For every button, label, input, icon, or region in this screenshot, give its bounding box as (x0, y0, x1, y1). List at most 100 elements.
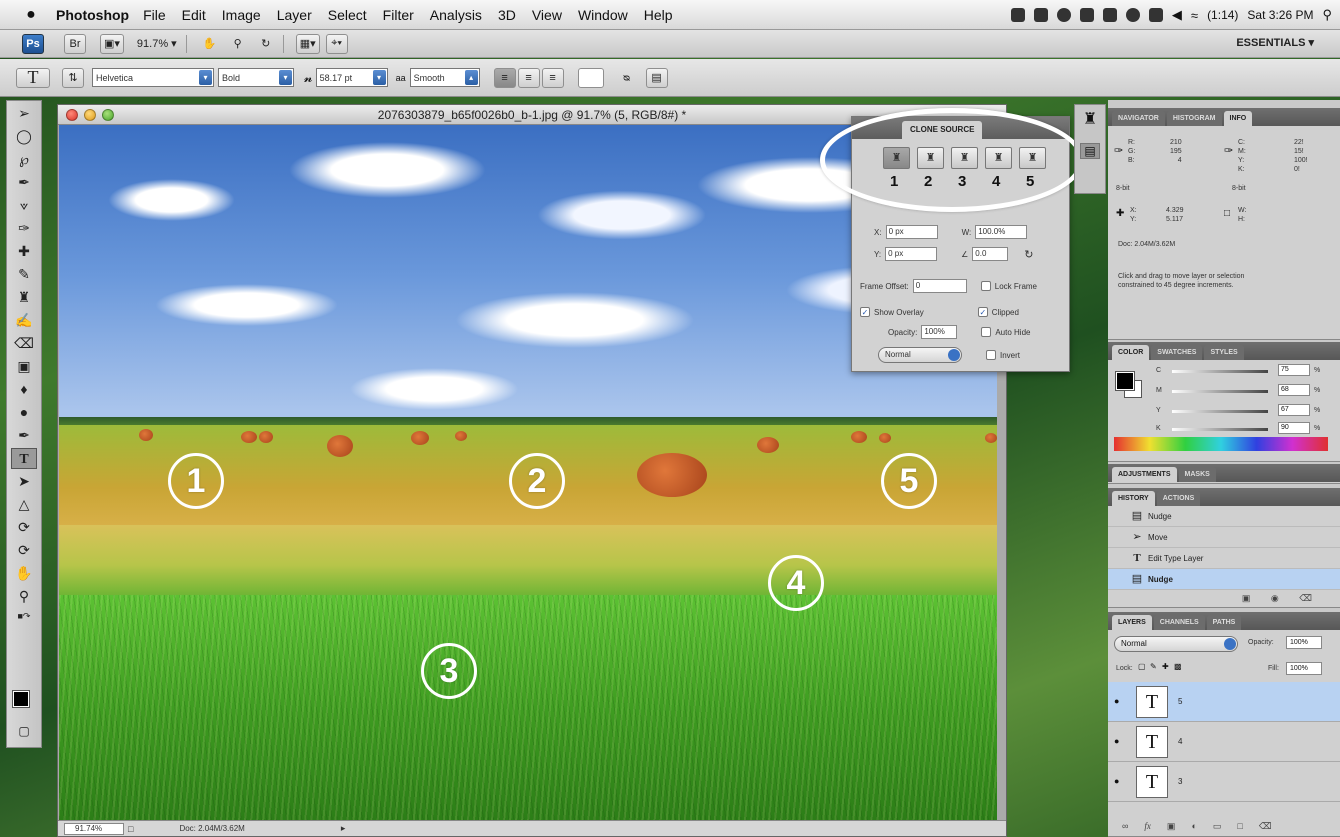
reset-transform-icon[interactable]: ↻ (1024, 248, 1033, 261)
lock-transparency-icon[interactable]: ▢ (1138, 662, 1146, 671)
tab-navigator[interactable]: NAVIGATOR (1112, 111, 1165, 126)
layer-name[interactable]: 4 (1178, 737, 1182, 746)
menu-analysis[interactable]: Analysis (430, 7, 482, 23)
menu-extra-icon[interactable] (1010, 8, 1025, 22)
layer-row[interactable]: ● T 3 (1108, 762, 1340, 802)
tab-adjustments[interactable]: ADJUSTMENTS (1112, 467, 1177, 482)
history-item[interactable]: T Edit Type Layer (1108, 548, 1340, 569)
3d-rotate-tool-icon[interactable]: ⟳ (11, 517, 37, 538)
align-left-button[interactable]: ≡ (493, 67, 516, 88)
zoom-level-field[interactable]: 91.74% (64, 822, 124, 835)
warp-text-button[interactable]: ᴓ (616, 68, 638, 88)
tab-channels[interactable]: CHANNELS (1153, 615, 1205, 630)
new-group-icon[interactable]: ▭ (1213, 821, 1222, 832)
adjustment-layer-icon[interactable]: ◐ (1191, 821, 1196, 831)
character-panel-button[interactable]: ▤ (645, 67, 668, 88)
zoom-window-icon[interactable] (102, 109, 114, 121)
pen-tool-icon[interactable]: ✒ (11, 425, 37, 446)
hand-tool-icon[interactable]: ✋ (11, 563, 37, 584)
invert-checkbox[interactable] (986, 350, 996, 360)
overlay-blend-mode-select[interactable]: Normal (878, 347, 962, 363)
history-item[interactable]: ➢ Move (1108, 527, 1340, 548)
channel-y-slider[interactable] (1172, 410, 1268, 413)
menu-filter[interactable]: Filter (383, 7, 414, 23)
evernote-icon[interactable] (1079, 8, 1094, 22)
tab-paths[interactable]: PATHS (1206, 615, 1242, 630)
tab-info[interactable]: INFO (1223, 111, 1253, 126)
menu-3d[interactable]: 3D (498, 7, 516, 23)
color-fg-swatch[interactable] (1115, 371, 1135, 391)
channel-y-value[interactable]: 67 (1278, 404, 1310, 416)
zoom-tool-button[interactable]: ⚲ (227, 34, 249, 54)
text-color-swatch[interactable] (577, 67, 604, 88)
clone-source-panel-icon[interactable]: ♜ (1075, 109, 1105, 129)
new-layer-icon[interactable]: □ (1237, 821, 1242, 831)
tab-actions[interactable]: ACTIONS (1156, 491, 1201, 506)
trash-icon[interactable]: ⌫ (1299, 593, 1312, 603)
layer-name[interactable]: 3 (1178, 777, 1182, 786)
tab-masks[interactable]: MASKS (1178, 467, 1216, 482)
hand-tool-button[interactable]: ✋ (199, 34, 221, 54)
spotlight-icon[interactable]: ⚲ (1322, 7, 1332, 23)
clock[interactable]: Sat 3:26 PM (1247, 8, 1313, 22)
tab-color[interactable]: COLOR (1112, 345, 1150, 360)
font-style-select[interactable]: Bold ▾ (218, 68, 294, 87)
tab-swatches[interactable]: SWATCHES (1151, 345, 1203, 360)
bridge-button[interactable]: Br (64, 33, 86, 54)
layer-blend-mode-select[interactable]: Normal (1114, 636, 1238, 652)
channel-k-value[interactable]: 90 (1278, 422, 1310, 434)
channel-m-value[interactable]: 68 (1278, 384, 1310, 396)
tab-styles[interactable]: STYLES (1204, 345, 1244, 360)
close-window-icon[interactable] (66, 109, 78, 121)
link-layers-icon[interactable]: ∞ (1122, 821, 1128, 831)
gradient-tool-icon[interactable]: ▣ (11, 356, 37, 377)
layer-mask-icon[interactable]: ▣ (1167, 821, 1176, 832)
font-family-select[interactable]: Helvetica ▾ (92, 68, 214, 87)
rotation-angle-field[interactable]: 0.0 (972, 247, 1009, 261)
path-select-tool-icon[interactable]: ➤ (11, 471, 37, 492)
channel-c-slider[interactable] (1172, 370, 1268, 373)
menu-view[interactable]: View (532, 7, 562, 23)
battery-indicator[interactable]: (1:14) (1207, 8, 1238, 22)
tab-layers[interactable]: LAYERS (1112, 615, 1152, 630)
move-tool-icon[interactable]: ➢ (11, 103, 37, 124)
align-center-button[interactable]: ≡ (517, 67, 540, 88)
fill-field[interactable]: 100% (1286, 662, 1322, 675)
marquee-tool-icon[interactable]: ◯ (11, 126, 37, 147)
type-tool-icon[interactable]: T (11, 448, 37, 469)
menu-app-name[interactable]: Photoshop (56, 7, 129, 23)
font-size-select[interactable]: 58.17 pt ▾ (315, 68, 388, 87)
quick-mask-icon[interactable]: ▢ (11, 721, 37, 742)
workspace-switcher[interactable]: ESSENTIALS ▾ (1236, 36, 1314, 49)
tab-history[interactable]: HISTORY (1112, 491, 1155, 506)
crop-tool-icon[interactable]: ⟇ (11, 195, 37, 216)
overlay-opacity-field[interactable]: 100% (921, 325, 958, 339)
align-right-button[interactable]: ≡ (541, 67, 564, 88)
antialias-select[interactable]: Smooth ▴ (409, 68, 480, 87)
menu-image[interactable]: Image (222, 7, 261, 23)
width-scale-field[interactable]: 100.0% (975, 225, 1028, 239)
quick-select-tool-icon[interactable]: ✒ (11, 172, 37, 193)
channel-c-value[interactable]: 75 (1278, 364, 1310, 376)
tab-histogram[interactable]: HISTOGRAM (1166, 111, 1222, 126)
history-item[interactable]: ▤ Nudge (1108, 506, 1340, 527)
dropbox-icon[interactable] (1033, 8, 1048, 22)
layer-style-icon[interactable]: fx (1144, 821, 1151, 831)
layer-name[interactable]: 5 (1178, 697, 1182, 706)
zoom-tool-icon[interactable]: ⚲ (11, 586, 37, 607)
bluetooth-icon[interactable] (1148, 8, 1163, 22)
time-machine-icon[interactable] (1125, 8, 1140, 22)
channel-m-slider[interactable] (1172, 390, 1268, 393)
clone-stamp-tool-icon[interactable]: ♜ (11, 287, 37, 308)
eye-icon[interactable]: ● (1114, 776, 1119, 786)
rotate-view-button[interactable]: ↻ (255, 34, 277, 54)
snapshot-icon[interactable]: ▣ (1242, 593, 1251, 603)
history-brush-tool-icon[interactable]: ✍ (11, 310, 37, 331)
layer-opacity-field[interactable]: 100% (1286, 636, 1322, 649)
layer-row[interactable]: ● T 5 (1108, 682, 1340, 722)
monitor-icon[interactable] (1102, 8, 1117, 22)
sync-icon[interactable] (1056, 8, 1071, 22)
clipped-checkbox[interactable]: ✓ (977, 307, 988, 317)
foreground-color-swatch[interactable] (12, 690, 30, 708)
screen-mode-button[interactable]: ⌖▾ (325, 33, 348, 54)
